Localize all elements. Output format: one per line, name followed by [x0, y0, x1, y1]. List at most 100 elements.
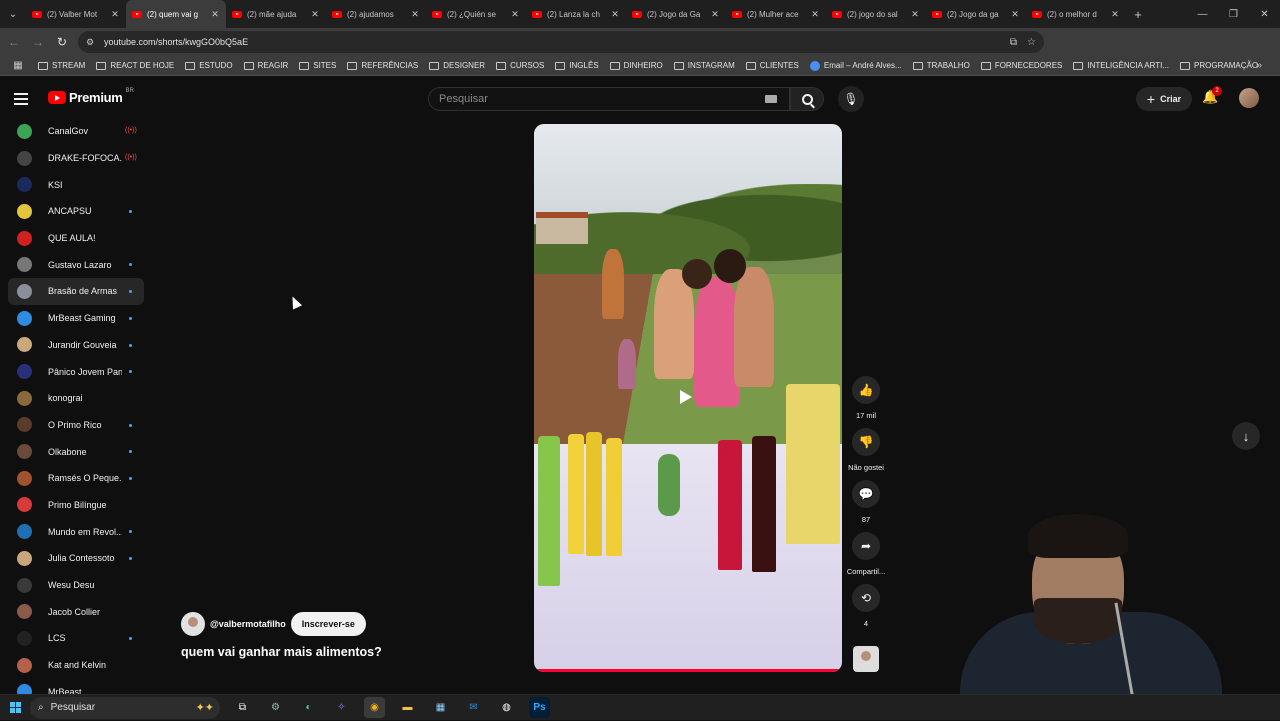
apps-grid-icon[interactable]: ▦ [6, 60, 30, 71]
notifications-button[interactable]: 🔔 2 [1202, 86, 1222, 109]
subscription-item[interactable]: Ramsés O Peque... [0, 465, 150, 492]
more-bookmarks-icon[interactable]: » [1256, 56, 1262, 76]
close-tab-icon[interactable]: ✕ [1110, 9, 1120, 20]
close-tab-icon[interactable]: ✕ [710, 9, 720, 20]
search-button[interactable] [790, 87, 824, 111]
bookmark-item[interactable]: FORNECEDORES [980, 61, 1062, 71]
browser-tab[interactable]: (2) o melhor d ✕ [1026, 0, 1126, 28]
close-tab-icon[interactable]: ✕ [210, 9, 220, 20]
bookmark-item[interactable]: INSTAGRAM [673, 61, 735, 71]
subscription-item[interactable]: Kat and Kelvin [0, 652, 150, 679]
photoshop-icon[interactable]: Ps [529, 697, 550, 718]
remix-action[interactable]: ⟲ 4 [842, 584, 890, 628]
copilot-icon[interactable]: ⚙ [265, 697, 286, 718]
subscription-item[interactable]: MrBeast Gaming [0, 305, 150, 332]
spark-app-icon[interactable]: ✧ [331, 697, 352, 718]
close-tab-icon[interactable]: ✕ [510, 9, 520, 20]
voice-search-button[interactable]: 🎙 [838, 86, 864, 112]
browser-tab[interactable]: (2) Lanza la ch ✕ [526, 0, 626, 28]
menu-icon[interactable] [14, 89, 34, 109]
like-action[interactable]: 👍 17 mil [842, 376, 890, 420]
taskbar-search-input[interactable]: ⌕ Pesquisar ✦✦ [30, 696, 220, 719]
subscription-item[interactable]: Jurandir Gouveia [0, 332, 150, 359]
task-view-icon[interactable]: ⧉ [232, 697, 253, 718]
url-field[interactable]: ⚙ youtube.com/shorts/kwgGO0bQ5aE ⧉ ☆ [78, 31, 1044, 53]
close-tab-icon[interactable]: ✕ [810, 9, 820, 20]
edge-icon[interactable]: ◐ [298, 697, 319, 718]
close-tab-icon[interactable]: ✕ [310, 9, 320, 20]
comments-action[interactable]: 💬 87 [842, 480, 890, 524]
browser-tab[interactable]: (2) Mulher ace ✕ [726, 0, 826, 28]
close-tab-icon[interactable]: ✕ [610, 9, 620, 20]
bookmark-item[interactable]: SITES [299, 61, 336, 71]
bookmark-item[interactable]: INGLÊS [555, 61, 599, 71]
subscription-item[interactable]: Olkabone [0, 438, 150, 465]
obs-icon[interactable]: ◍ [496, 697, 517, 718]
bookmark-item[interactable]: DESIGNER [429, 61, 485, 71]
bookmark-item[interactable]: TRABALHO [912, 61, 970, 71]
browser-tab[interactable]: (2) ajudamos ✕ [326, 0, 426, 28]
thumbs-up-icon[interactable]: 👍 [852, 376, 880, 404]
back-icon[interactable]: ← [2, 30, 26, 54]
subscription-item[interactable]: CanalGov ((•)) [0, 118, 150, 145]
sound-thumbnail[interactable] [853, 646, 879, 672]
dislike-action[interactable]: 👎 Não gostei [842, 428, 890, 472]
browser-tab[interactable]: (2) Valber Mot ✕ [26, 0, 126, 28]
browser-tab[interactable]: (2) ¿Quién se ✕ [426, 0, 526, 28]
remix-icon[interactable]: ⟲ [852, 584, 880, 612]
subscription-item[interactable]: Primo Bilíngue [0, 492, 150, 519]
youtube-logo[interactable]: Premium BR [48, 88, 134, 105]
subscription-item[interactable]: Pânico Jovem Pan [0, 358, 150, 385]
bookmark-item[interactable]: CURSOS [496, 61, 544, 71]
bookmark-item[interactable]: REAGIR [243, 61, 288, 71]
store-icon[interactable]: ▦ [430, 697, 451, 718]
subscription-item[interactable]: Gustavo Lazaro [0, 251, 150, 278]
subscription-item[interactable]: Brasão de Armas [8, 278, 144, 305]
bookmark-item[interactable]: ESTUDO [185, 61, 233, 71]
bookmark-item[interactable]: REFERÊNCIAS [347, 61, 418, 71]
play-icon[interactable] [680, 390, 692, 404]
new-tab-button[interactable]: + [1126, 7, 1150, 22]
subscription-item[interactable]: O Primo Rico [0, 412, 150, 439]
bookmark-item[interactable]: STREAM [38, 61, 85, 71]
browser-tab[interactable]: (2) Jogo da ga ✕ [926, 0, 1026, 28]
subscription-item[interactable]: Wesu Desu [0, 572, 150, 599]
file-explorer-icon[interactable]: ▬ [397, 697, 418, 718]
short-title[interactable]: quem vai ganhar mais alimentos? [181, 645, 382, 659]
close-tab-icon[interactable]: ✕ [110, 9, 120, 20]
subscription-item[interactable]: LCS [0, 625, 150, 652]
reload-icon[interactable]: ↻ [50, 30, 74, 54]
account-avatar[interactable] [1239, 88, 1259, 108]
subscription-item[interactable]: DRAKE-FOFOCA... ((•)) [0, 145, 150, 172]
browser-tab[interactable]: (2) mãe ajuda ✕ [226, 0, 326, 28]
share-action[interactable]: ➦ Compartil... [842, 532, 890, 576]
short-video-player[interactable] [534, 124, 842, 672]
bookmark-item[interactable]: PROGRAMAÇÃO [1180, 61, 1258, 71]
share-icon[interactable]: ➦ [852, 532, 880, 560]
close-tab-icon[interactable]: ✕ [410, 9, 420, 20]
next-short-button[interactable]: ↓ [1232, 422, 1260, 450]
create-button[interactable]: + Criar [1136, 87, 1192, 111]
subscription-item[interactable]: konograi [0, 385, 150, 412]
channel-avatar[interactable] [181, 612, 205, 636]
outlook-icon[interactable]: ✉ [463, 697, 484, 718]
forward-icon[interactable]: → [26, 30, 50, 54]
close-tab-icon[interactable]: ✕ [1010, 9, 1020, 20]
channel-handle[interactable]: @valbermotafilho [210, 619, 286, 629]
bookmark-item[interactable]: DINHEIRO [609, 61, 663, 71]
tab-search-chevron-icon[interactable]: ⌄ [0, 0, 26, 28]
browser-tab[interactable]: (2) jogo do sal ✕ [826, 0, 926, 28]
bookmark-item[interactable]: REACT DE HOJE [96, 61, 174, 71]
subscribe-button[interactable]: Inscrever-se [290, 612, 366, 636]
browser-tab[interactable]: (2) Jogo da Ga ✕ [626, 0, 726, 28]
close-window-icon[interactable]: ✕ [1249, 0, 1280, 28]
subscription-item[interactable]: KSI [0, 171, 150, 198]
chrome-icon[interactable]: ◉ [364, 697, 385, 718]
subscription-item[interactable]: Jacob Collier [0, 598, 150, 625]
site-info-icon[interactable]: ⚙ [86, 37, 100, 48]
subscription-item[interactable]: Mundo em Revol... [0, 518, 150, 545]
keyboard-icon[interactable] [765, 95, 777, 103]
browser-tab[interactable]: (2) quem vai g ✕ [126, 0, 226, 28]
bookmark-star-icon[interactable]: ☆ [1027, 37, 1036, 48]
thumbs-down-icon[interactable]: 👎 [852, 428, 880, 456]
